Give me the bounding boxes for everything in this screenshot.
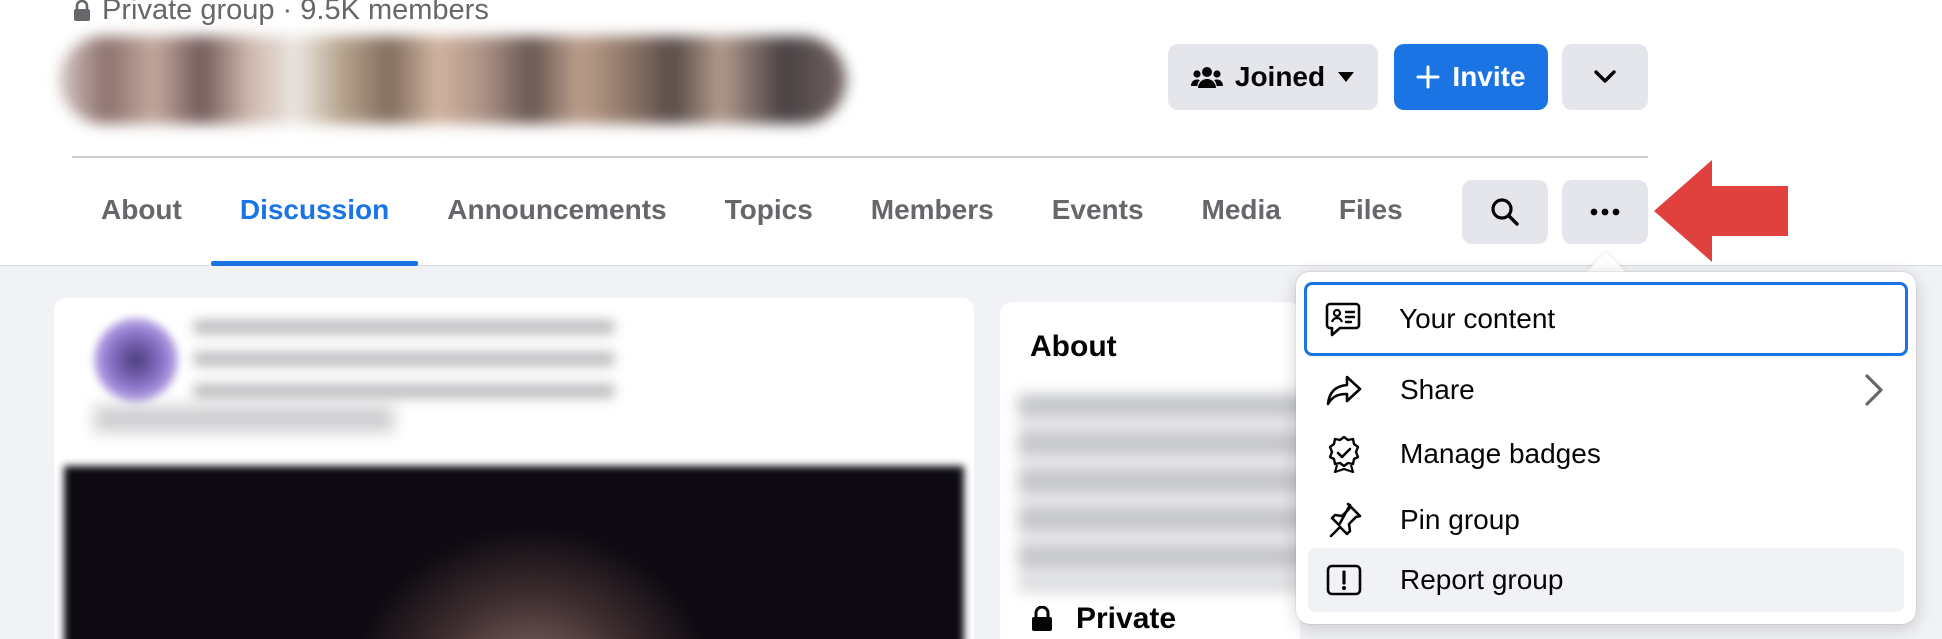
tab-label: Discussion	[239, 194, 390, 225]
chevron-down-icon	[1594, 70, 1616, 83]
search-icon	[1491, 198, 1519, 226]
tab-media[interactable]: Media	[1173, 176, 1310, 266]
report-icon	[1322, 558, 1366, 602]
share-icon	[1322, 368, 1366, 412]
joined-button[interactable]: Joined	[1168, 44, 1378, 110]
pin-icon	[1322, 498, 1366, 542]
tab-discussion[interactable]: Discussion	[210, 176, 419, 266]
about-card-title: About	[1030, 330, 1117, 363]
post-author-avatar	[94, 318, 178, 402]
group-privacy-members: Private group · 9.5K members	[102, 0, 489, 26]
menu-item-label: Share	[1400, 374, 1475, 405]
search-button[interactable]	[1462, 180, 1548, 244]
lock-icon	[1032, 606, 1052, 631]
post-card-blurred	[54, 298, 974, 639]
members-icon	[1190, 67, 1223, 88]
plus-icon	[1416, 65, 1440, 89]
tab-label: Announcements	[447, 194, 667, 225]
post-image-blurred	[64, 466, 964, 639]
group-options-menu: Your content Share Manage badges Pin gro…	[1296, 272, 1916, 624]
group-tabs: About Discussion Announcements Topics Me…	[72, 176, 1432, 266]
menu-item-share[interactable]: Share	[1308, 358, 1904, 422]
group-meta: Private group · 9.5K members	[72, 0, 489, 27]
header-divider	[72, 156, 1648, 158]
menu-item-label: Pin group	[1400, 504, 1520, 535]
annotation-arrow-icon	[1654, 160, 1788, 262]
invite-label: Invite	[1452, 61, 1526, 92]
tab-topics[interactable]: Topics	[696, 176, 842, 266]
chevron-right-icon	[1865, 374, 1883, 406]
tab-announcements[interactable]: Announcements	[418, 176, 695, 266]
caret-down-icon	[1338, 72, 1355, 82]
tab-files[interactable]: Files	[1310, 176, 1432, 266]
tab-label: Topics	[724, 194, 813, 225]
about-privacy-row: Private	[1030, 602, 1176, 636]
menu-item-pin-group[interactable]: Pin group	[1308, 488, 1904, 552]
more-options-dropdown-button[interactable]	[1562, 44, 1648, 110]
tab-label: Files	[1338, 194, 1403, 225]
ellipsis-icon	[1590, 208, 1620, 216]
tab-members[interactable]: Members	[842, 176, 1023, 266]
about-privacy-label: Private	[1076, 602, 1177, 635]
tab-label: About	[101, 194, 182, 225]
about-card: About Private	[1000, 302, 1308, 639]
tab-about[interactable]: About	[72, 176, 211, 266]
tab-label: Media	[1201, 194, 1281, 225]
tab-label: Events	[1051, 194, 1144, 225]
menu-item-your-content[interactable]: Your content	[1304, 282, 1908, 356]
menu-item-label: Your content	[1399, 303, 1556, 334]
tab-label: Members	[870, 194, 994, 225]
menu-item-label: Report group	[1400, 564, 1564, 595]
menu-item-manage-badges[interactable]: Manage badges	[1308, 422, 1904, 486]
joined-label: Joined	[1234, 61, 1326, 92]
your-content-icon	[1321, 297, 1365, 341]
post-text-blurred	[94, 406, 394, 432]
badge-icon	[1322, 432, 1366, 476]
more-options-button[interactable]	[1562, 180, 1648, 244]
member-avatars-blurred	[60, 36, 846, 124]
invite-button[interactable]: Invite	[1394, 44, 1548, 110]
tab-events[interactable]: Events	[1023, 176, 1173, 266]
menu-item-label: Manage badges	[1400, 438, 1601, 469]
post-author-info-blurred	[194, 320, 614, 400]
group-header: Private group · 9.5K members Joined Invi…	[0, 0, 1942, 266]
about-description-blurred	[1018, 394, 1308, 590]
lock-icon	[74, 0, 90, 21]
menu-item-report-group[interactable]: Report group	[1308, 548, 1904, 612]
